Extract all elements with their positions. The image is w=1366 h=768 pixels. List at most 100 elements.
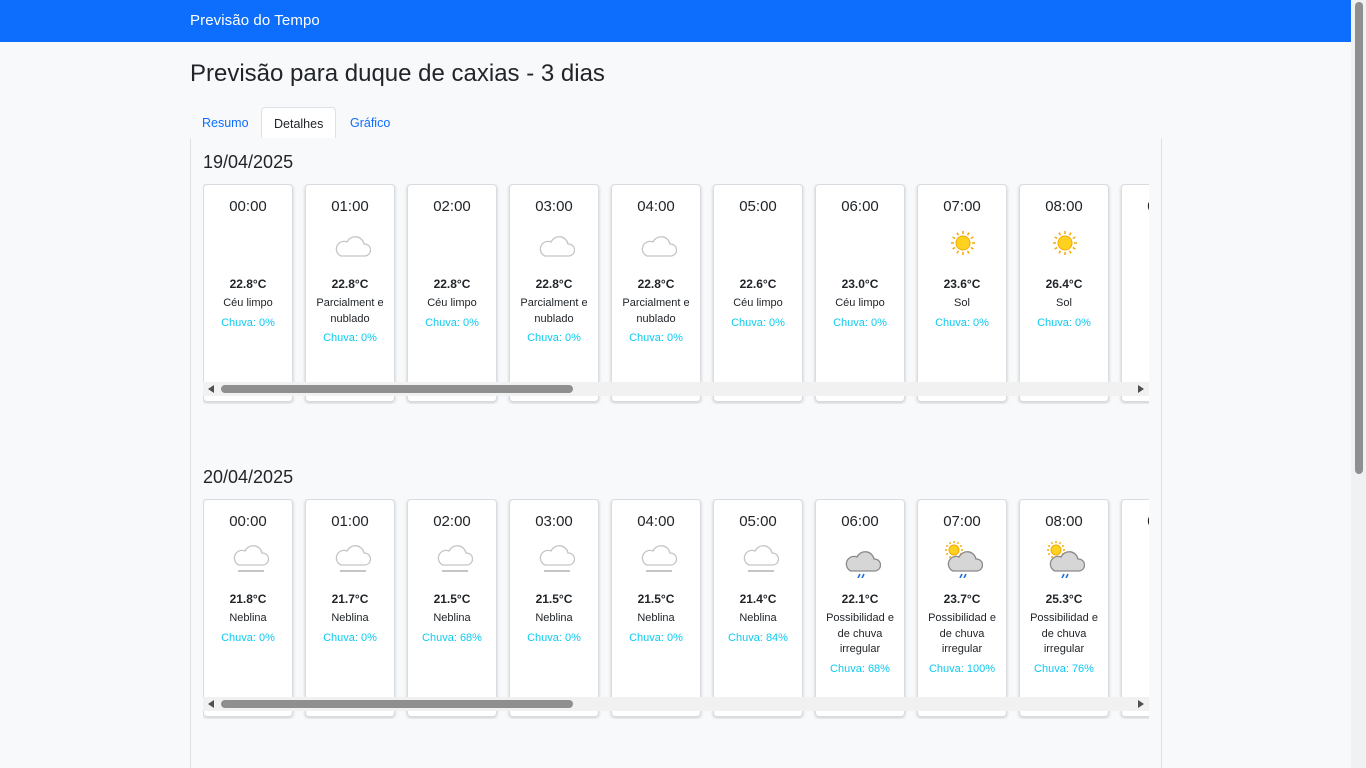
hour-time: 04:00 bbox=[637, 513, 675, 530]
horizontal-scrollbar[interactable] bbox=[203, 382, 1149, 396]
hour-rain-chance: Chuva: 0% bbox=[323, 631, 377, 644]
hour-condition-wrap: Céu limpo Chuva: 0% bbox=[820, 296, 900, 331]
hour-temperature: 22.8°C bbox=[535, 277, 573, 291]
hour-card: 04:00 22.8°C Parcialment e nublado Chuva: 0… bbox=[611, 184, 701, 402]
hour-temperature: 22.6°C bbox=[739, 277, 777, 291]
hour-temperature: 22.8°C bbox=[433, 277, 471, 291]
page-scrollbar[interactable] bbox=[1351, 0, 1366, 768]
hour-condition-wrap: Parcialment e nublado Chuva: 0% bbox=[514, 296, 594, 346]
tab-resumo[interactable]: Resumo bbox=[190, 107, 261, 139]
hour-condition: Possibilidad e de chuva irregular bbox=[928, 612, 996, 655]
hour-time: 03:00 bbox=[535, 513, 573, 530]
scroll-right-arrow-icon[interactable] bbox=[1138, 700, 1144, 708]
hour-temperature: 2 bbox=[1122, 592, 1149, 606]
hour-condition: Possibilidad e de chuva irregular bbox=[826, 612, 894, 655]
scroll-left-arrow-icon[interactable] bbox=[208, 385, 214, 393]
sun-rain-icon bbox=[1147, 538, 1149, 578]
horizontal-scrollbar[interactable] bbox=[203, 697, 1149, 711]
hour-rain-chance: Ch bbox=[1126, 299, 1149, 315]
tab-grafico[interactable]: Gráfico bbox=[338, 107, 402, 139]
hour-time: 07:00 bbox=[943, 198, 981, 215]
hour-temperature: 21.8°C bbox=[229, 592, 267, 606]
hour-temperature: 23.7°C bbox=[943, 592, 981, 606]
hour-rain-chance: Chuva: 68% bbox=[830, 662, 890, 675]
hour-time: 05:00 bbox=[739, 198, 777, 215]
hour-rain-chance: Chuva: 0% bbox=[629, 631, 683, 644]
hour-condition: Neblina bbox=[331, 612, 369, 624]
hour-condition: Sol bbox=[954, 297, 970, 309]
day-date: 19/04/2025 bbox=[203, 152, 294, 172]
hour-temperature: 22.8°C bbox=[331, 277, 369, 291]
hour-condition: Céu limpo bbox=[427, 297, 477, 309]
scrollbar-thumb[interactable] bbox=[221, 385, 573, 393]
hour-card: 03:00 21.5°C Neblina Chuva: 0% bbox=[509, 499, 599, 717]
hour-rain-chance: Chuva: 68% bbox=[422, 631, 482, 644]
hour-time: 07:00 bbox=[943, 513, 981, 530]
hour-condition-wrap: Neblina Chuva: 0% bbox=[514, 611, 594, 646]
hour-card: 09:00 2 Ag bbox=[1121, 499, 1149, 717]
fog-icon bbox=[229, 538, 270, 578]
hour-condition-wrap: Sol Chuva: 0% bbox=[922, 296, 1002, 331]
hour-rain-chance: Chuva: 0% bbox=[731, 316, 785, 329]
fog-icon bbox=[433, 538, 474, 578]
hour-time: 00:00 bbox=[229, 198, 267, 215]
scroll-right-arrow-icon[interactable] bbox=[1138, 385, 1144, 393]
moon-icon bbox=[739, 223, 779, 263]
day-date: 20/04/2025 bbox=[203, 467, 294, 487]
hour-condition-wrap: Neblina Chuva: 0% bbox=[616, 611, 696, 646]
hour-condition-wrap: Possibilidad e de chuva irregular Chuva: … bbox=[922, 611, 1002, 677]
tab-bar: Resumo Detalhes Gráfico bbox=[190, 107, 1162, 140]
scrollbar-thumb[interactable] bbox=[221, 700, 573, 708]
hour-card: 03:00 22.8°C Parcialment e nublado Chuva: 0… bbox=[509, 184, 599, 402]
hour-condition-wrap: Parcialment e nublado Chuva: 0% bbox=[616, 296, 696, 346]
hour-time: 08:00 bbox=[1045, 198, 1083, 215]
sun-rain-icon bbox=[1045, 538, 1086, 579]
hour-rain-chance: Chuva: 0% bbox=[323, 332, 377, 344]
hour-temperature: 21.5°C bbox=[637, 592, 675, 606]
hour-card: 08:00 26.4°C Sol Chuva: 0% bbox=[1019, 184, 1109, 402]
hour-rain-chance: Chuva: 100% bbox=[928, 662, 996, 675]
hour-card: 08:00 25.3°C Possibilidad e de chuva irreg… bbox=[1019, 499, 1109, 717]
hour-time: 03:00 bbox=[535, 198, 573, 215]
hour-condition-wrap: Possibilidad e de chuva irregular Chuva: … bbox=[820, 611, 900, 677]
fog-icon bbox=[331, 538, 372, 578]
hour-condition-wrap: Neblina Chuva: 0% bbox=[310, 611, 390, 646]
hour-condition-wrap: Neblina Chuva: 0% bbox=[208, 611, 288, 646]
hour-temperature: 23.6°C bbox=[943, 277, 981, 291]
moon-icon bbox=[433, 223, 473, 263]
hour-card: 05:00 21.4°C Neblina Chuva: 84% bbox=[713, 499, 803, 717]
hour-condition: Céu limpo bbox=[733, 297, 783, 309]
hour-temperature: 23.0°C bbox=[841, 277, 879, 291]
hour-time: 09:00 bbox=[1122, 513, 1149, 530]
hour-card: 05:00 22.6°C Céu limpo Chuva: 0% bbox=[713, 184, 803, 402]
moon-icon bbox=[229, 223, 269, 263]
hour-card: 00:00 21.8°C Neblina Chuva: 0% bbox=[203, 499, 293, 717]
hour-condition-wrap: Ag bbox=[1126, 611, 1149, 630]
tab-detalhes[interactable]: Detalhes bbox=[261, 107, 337, 140]
hourly-cards[interactable]: 00:00 22.8°C Céu limpo Chuva: 0% 01:00 22.8°C… bbox=[203, 184, 1149, 404]
hour-condition: Parcialment e nublado bbox=[316, 297, 384, 325]
hour-rain-chance: Chuva: 0% bbox=[425, 316, 479, 329]
hour-condition-wrap: Céu limpo Chuva: 0% bbox=[208, 296, 288, 331]
hour-condition-wrap: Possibilidad e de chuva irregular Chuva: … bbox=[1024, 611, 1104, 677]
hour-card: 07:00 23.6°C Sol Chuva: 0% bbox=[917, 184, 1007, 402]
hour-condition: Neblina bbox=[229, 612, 267, 624]
hour-time: 05:00 bbox=[739, 513, 777, 530]
hour-condition-wrap: Céu limpo Chuva: 0% bbox=[718, 296, 798, 331]
hour-rain-chance: Chuva: 0% bbox=[1037, 316, 1091, 329]
navbar-brand[interactable]: Previsão do Tempo bbox=[190, 12, 320, 29]
hour-card: 06:00 23.0°C Céu limpo Chuva: 0% bbox=[815, 184, 905, 402]
scroll-left-arrow-icon[interactable] bbox=[208, 700, 214, 708]
hour-rain-chance: Chuva: 0% bbox=[221, 631, 275, 644]
hourly-cards[interactable]: 00:00 21.8°C Neblina Chuva: 0% 01:00 21.7°C Ne… bbox=[203, 499, 1149, 719]
hour-rain-chance: Chuva: 0% bbox=[221, 316, 275, 329]
page-scrollbar-thumb[interactable] bbox=[1355, 2, 1363, 474]
sun-icon bbox=[1147, 223, 1149, 263]
hour-temperature: 21.5°C bbox=[535, 592, 573, 606]
hour-rain-chance: Chuva: 0% bbox=[527, 332, 581, 344]
hour-rain-chance: Chuva: 76% bbox=[1034, 662, 1094, 675]
moon-rain-icon bbox=[841, 538, 882, 579]
hour-condition: Parcialment e nublado bbox=[520, 297, 588, 325]
hour-condition-wrap: Neblina Chuva: 68% bbox=[412, 611, 492, 646]
hour-card: 09:00 2 Ch bbox=[1121, 184, 1149, 402]
